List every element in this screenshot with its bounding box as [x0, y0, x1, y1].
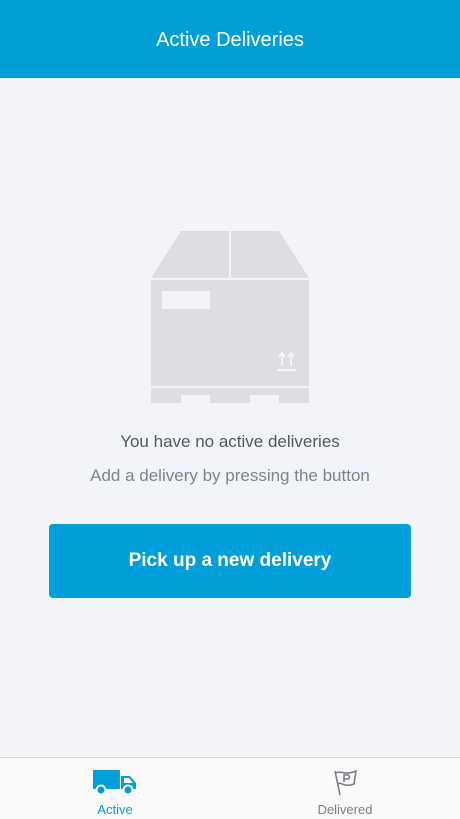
truck-icon: [92, 767, 138, 797]
page-title: Active Deliveries: [156, 28, 304, 51]
header-bar: Active Deliveries: [0, 0, 460, 78]
empty-state-subtitle: Add a delivery by pressing the button: [90, 466, 370, 485]
package-box-icon: [150, 228, 310, 406]
pick-up-delivery-button[interactable]: Pick up a new delivery: [49, 524, 411, 598]
tab-bar: Active Delivered: [0, 757, 460, 819]
tab-delivered[interactable]: Delivered: [230, 758, 460, 819]
flag-icon: [330, 767, 360, 797]
tab-delivered-label: Delivered: [317, 802, 373, 817]
empty-state-title: You have no active deliveries: [120, 432, 340, 451]
tab-active-label: Active: [97, 802, 133, 817]
tab-active[interactable]: Active: [0, 758, 230, 819]
